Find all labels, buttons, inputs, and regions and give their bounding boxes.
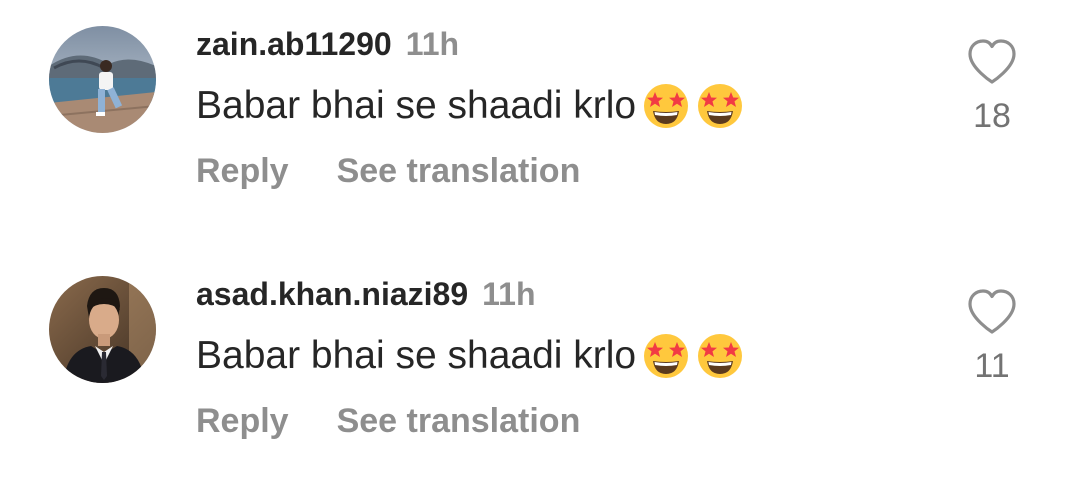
comment-item: zain.ab11290 11h Babar bhai se shaadi krl…: [0, 20, 1080, 220]
timestamp: 11h: [405, 26, 460, 62]
star-struck-emoji-icon: [696, 332, 744, 380]
timestamp: 11h: [482, 276, 536, 312]
comment-body: Babar bhai se shaadi krlo: [196, 84, 637, 127]
like-count: 18: [973, 97, 1011, 135]
username[interactable]: asad.khan.niazi89: [196, 276, 468, 312]
like-control: 11: [962, 288, 1022, 386]
username[interactable]: zain.ab11290: [196, 26, 392, 62]
star-struck-emoji-icon: [642, 332, 690, 380]
comment-text: Babar bhai se shaadi krlo: [196, 82, 744, 130]
reply-button[interactable]: Reply: [196, 402, 289, 440]
avatar[interactable]: [49, 26, 156, 133]
star-struck-emoji-icon: [642, 82, 690, 130]
comment-item: asad.khan.niazi89 11h Babar bhai se shaad…: [0, 270, 1080, 470]
comment-actions: Reply See translation: [196, 400, 580, 442]
heart-icon[interactable]: [966, 38, 1018, 86]
see-translation-button[interactable]: See translation: [337, 402, 581, 440]
comment-text: Babar bhai se shaadi krlo: [196, 332, 744, 380]
like-control: 18: [962, 38, 1022, 136]
comment-actions: Reply See translation: [196, 150, 580, 192]
like-count: 11: [974, 347, 1010, 385]
star-struck-emoji-icon: [696, 82, 744, 130]
heart-icon[interactable]: [966, 288, 1018, 336]
avatar[interactable]: [49, 276, 156, 383]
reply-button[interactable]: Reply: [196, 152, 289, 190]
comment-body: Babar bhai se shaadi krlo: [196, 334, 637, 377]
see-translation-button[interactable]: See translation: [337, 152, 581, 190]
